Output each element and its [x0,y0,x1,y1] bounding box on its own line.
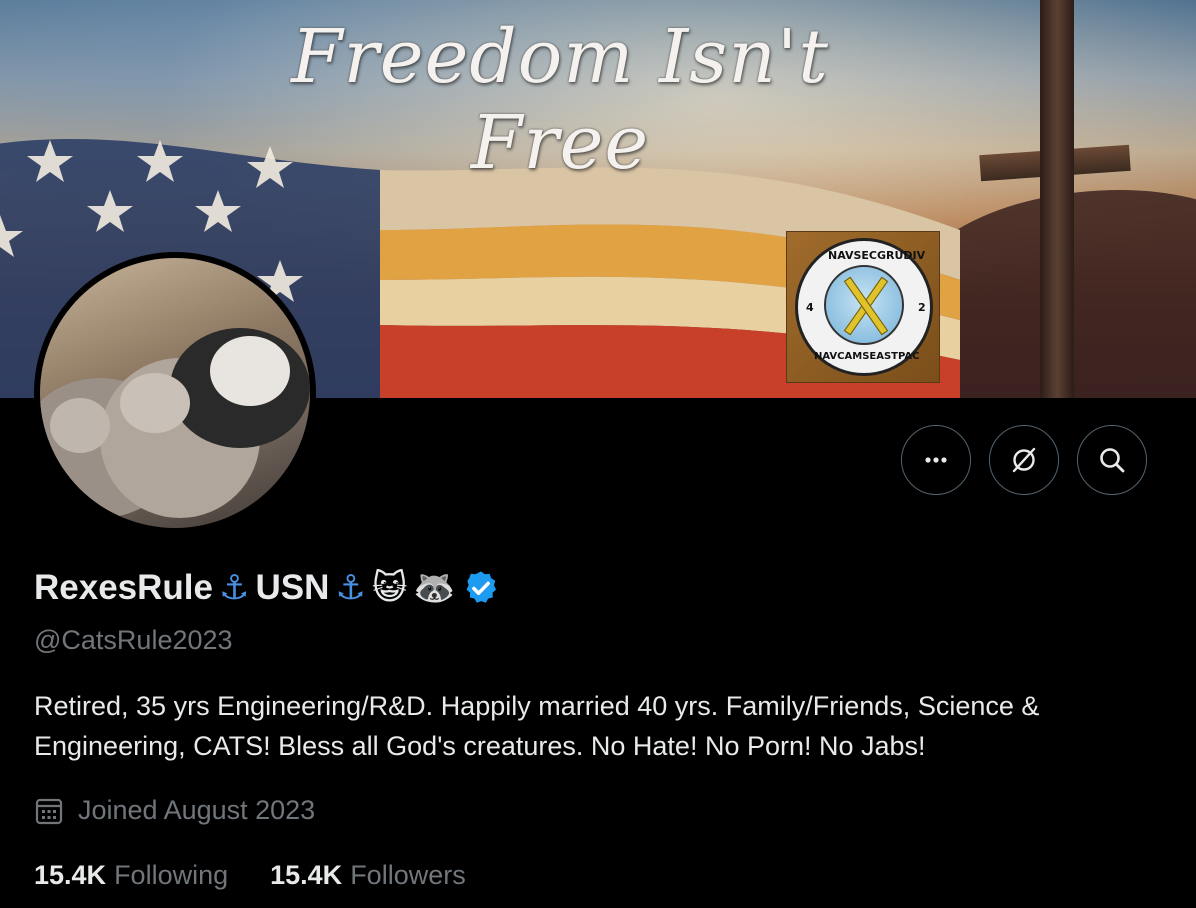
cat-head [50,398,110,453]
follow-stats: 15.4K Following 15.4K Followers [34,860,466,891]
more-button[interactable] [901,425,971,495]
verified-badge-icon[interactable] [462,569,500,607]
banner-cross-post [1040,0,1074,398]
anchor-emoji-icon: ⚓ [335,568,366,608]
avatar-image-cats [40,258,310,528]
joined-text: Joined August 2023 [78,795,316,825]
followers-count: 15.4K [270,860,343,890]
grok-icon [1012,447,1036,473]
navsecgrudiv-patch: NAVSECGRUDIV 4 2 NAVCAMSEASTPAC [786,231,940,383]
following-count: 15.4K [34,860,107,890]
profile-avatar[interactable] [34,252,316,534]
banner-title: Freedom Isn't Free [291,14,829,186]
display-name-text: RexesRule [34,568,213,607]
search-icon [1100,448,1125,473]
profile-display-name: RexesRule ⚓ USN ⚓ 😺 🦝 [34,568,500,608]
patch-top-text: NAVSECGRUDIV [828,249,926,262]
cat-shape [210,336,290,406]
following-label: Following [114,860,229,890]
profile-bio: Retired, 35 yrs Engineering/R&D. Happily… [34,691,1040,761]
anchor-emoji-icon: ⚓ [218,568,250,608]
patch-emblem [824,265,904,345]
patch-left-number: 4 [806,301,814,314]
more-horizontal-icon [925,457,947,463]
patch-right-number: 2 [918,301,926,314]
grok-button[interactable] [989,425,1059,495]
joined-date: Joined August 2023 [34,795,315,826]
cat-head [120,373,190,433]
following-link[interactable]: 15.4K Following [34,860,228,891]
search-button[interactable] [1077,425,1147,495]
patch-bottom-text: NAVCAMSEASTPAC [814,351,920,362]
followers-link[interactable]: 15.4K Followers [270,860,466,891]
patch-ring: NAVSECGRUDIV 4 2 NAVCAMSEASTPAC [795,238,933,376]
profile-handle: @CatsRule2023 [34,625,233,655]
raccoon-emoji-icon: 🦝 [413,568,456,608]
calendar-icon [35,798,63,824]
display-name-usn: USN [255,568,330,607]
followers-label: Followers [350,860,466,890]
cat-emoji-icon: 😺 [371,568,408,608]
